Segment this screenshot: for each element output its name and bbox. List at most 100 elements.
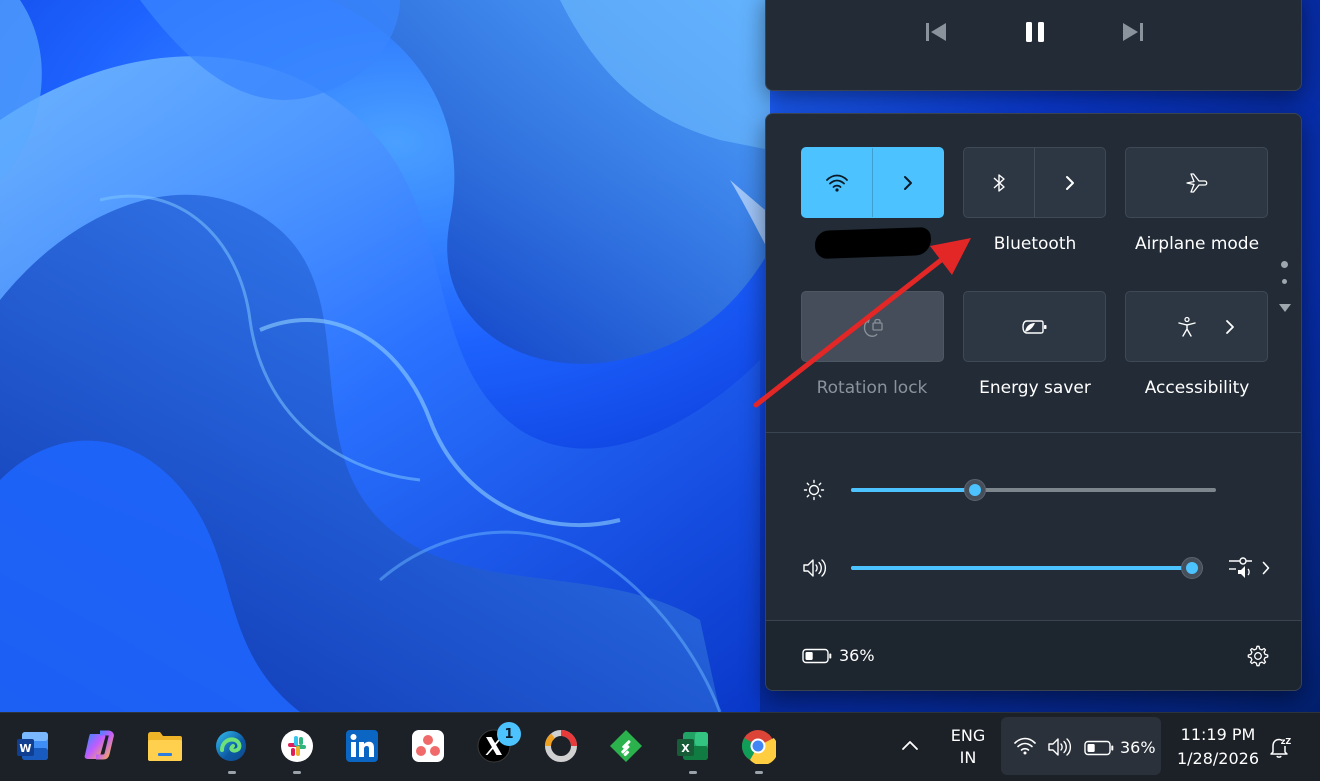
language-region: IN bbox=[959, 748, 977, 767]
airplane-icon bbox=[1185, 172, 1207, 193]
tray-wifi bbox=[1013, 737, 1037, 759]
volume-mixer-button[interactable] bbox=[1228, 556, 1270, 580]
media-controls-flyout bbox=[765, 0, 1302, 91]
bluetooth-expand-button[interactable] bbox=[1035, 148, 1105, 217]
page-indicator-dot[interactable] bbox=[1282, 279, 1287, 284]
svg-text:X: X bbox=[681, 742, 690, 755]
language-code: ENG bbox=[950, 726, 986, 745]
chevron-right-icon bbox=[1065, 175, 1074, 190]
accessibility-expand-button[interactable] bbox=[1225, 292, 1267, 361]
folder-icon bbox=[148, 732, 182, 761]
skip-next-icon bbox=[1123, 23, 1143, 41]
airplane-mode-tile[interactable] bbox=[1125, 147, 1268, 218]
taskbar-app-linkedin[interactable] bbox=[342, 726, 382, 766]
taskbar-app-loop[interactable] bbox=[541, 726, 581, 766]
accessibility-toggle[interactable] bbox=[1126, 292, 1225, 361]
page-indicator-dot[interactable] bbox=[1281, 261, 1288, 268]
loop-icon bbox=[545, 730, 577, 762]
running-indicator bbox=[228, 771, 236, 774]
tray-battery-percentage: 36% bbox=[1120, 738, 1156, 757]
taskbar-app-copilot[interactable] bbox=[78, 726, 118, 766]
running-indicator bbox=[689, 771, 697, 774]
excel-icon: X bbox=[677, 732, 708, 760]
taskbar-app-feedly[interactable] bbox=[606, 726, 646, 766]
chevron-up-icon bbox=[902, 741, 918, 750]
volume-mute-button[interactable] bbox=[802, 557, 828, 583]
battery-percentage: 36% bbox=[839, 646, 875, 665]
linkedin-icon bbox=[346, 730, 378, 762]
taskbar-app-asana[interactable] bbox=[408, 726, 448, 766]
next-track-button[interactable] bbox=[1113, 12, 1153, 52]
energy-saver-tile[interactable] bbox=[963, 291, 1106, 362]
energy-saver-icon bbox=[1021, 319, 1046, 334]
clock-date: 1/28/2026 bbox=[1176, 749, 1260, 768]
word-icon: W bbox=[17, 732, 48, 760]
wifi-toggle[interactable] bbox=[802, 148, 872, 217]
accessibility-tile bbox=[1125, 291, 1268, 362]
slack-icon bbox=[281, 730, 313, 762]
bluetooth-label: Bluetooth bbox=[993, 234, 1077, 254]
rotation-lock-icon bbox=[863, 317, 883, 337]
taskbar-app-file-explorer[interactable] bbox=[145, 726, 185, 766]
battery-icon bbox=[1084, 740, 1114, 755]
copilot-icon bbox=[84, 730, 114, 760]
wifi-icon bbox=[826, 174, 848, 192]
accessibility-label: Accessibility bbox=[1144, 378, 1250, 398]
brightness-indicator bbox=[803, 479, 825, 505]
accessibility-icon bbox=[1177, 316, 1196, 337]
wifi-tile bbox=[801, 147, 944, 218]
volume-slider-thumb[interactable] bbox=[1181, 557, 1204, 579]
gear-icon bbox=[1247, 645, 1269, 667]
settings-button[interactable] bbox=[1246, 644, 1270, 672]
redacted-network-name bbox=[814, 226, 932, 260]
chevron-right-icon bbox=[1226, 319, 1235, 334]
quick-settings-flyout: Bluetooth Airplane mode Rotation lock En… bbox=[765, 113, 1302, 691]
notification-center-button[interactable]: zZ bbox=[1269, 735, 1291, 763]
clock-time: 11:19 PM bbox=[1180, 725, 1256, 744]
battery-icon bbox=[802, 648, 832, 663]
previous-track-button[interactable] bbox=[916, 12, 956, 52]
edge-icon bbox=[216, 731, 246, 761]
bluetooth-tile bbox=[963, 147, 1106, 218]
taskbar-app-word[interactable]: W bbox=[12, 726, 52, 766]
pause-button[interactable] bbox=[1015, 12, 1055, 52]
bluetooth-toggle[interactable] bbox=[964, 148, 1034, 217]
svg-text:zZ: zZ bbox=[1281, 737, 1291, 746]
bluetooth-icon bbox=[993, 173, 1005, 192]
taskbar-app-edge[interactable] bbox=[211, 726, 251, 766]
pause-icon bbox=[1026, 22, 1044, 42]
wifi-expand-button[interactable] bbox=[873, 148, 943, 217]
brightness-slider[interactable] bbox=[851, 479, 1216, 501]
tray-volume bbox=[1047, 736, 1073, 762]
volume-mixer-icon bbox=[1229, 557, 1252, 578]
svg-text:W: W bbox=[19, 742, 31, 755]
taskbar-app-excel[interactable]: X bbox=[672, 726, 712, 766]
input-language-indicator[interactable]: ENG IN bbox=[944, 725, 992, 769]
wifi-icon bbox=[1014, 737, 1036, 755]
skip-previous-icon bbox=[926, 23, 946, 41]
feedly-icon bbox=[610, 730, 642, 762]
speaker-icon bbox=[1048, 738, 1072, 756]
page-down-button[interactable] bbox=[1278, 298, 1292, 317]
clock-button[interactable]: 11:19 PM 1/28/2026 bbox=[1168, 723, 1268, 771]
rotation-lock-label: Rotation lock bbox=[816, 378, 928, 398]
triangle-down-icon bbox=[1279, 304, 1291, 312]
taskbar-app-chrome[interactable] bbox=[738, 726, 778, 766]
volume-slider[interactable] bbox=[851, 557, 1204, 579]
chevron-right-icon bbox=[903, 175, 912, 190]
tray-battery: 36% bbox=[1084, 738, 1156, 757]
volume-slider-fill bbox=[851, 566, 1193, 570]
battery-status-button[interactable]: 36% bbox=[802, 646, 875, 665]
airplane-mode-label: Airplane mode bbox=[1134, 234, 1260, 254]
brightness-icon bbox=[803, 479, 825, 501]
asana-icon bbox=[412, 730, 444, 762]
brightness-slider-thumb[interactable] bbox=[964, 479, 987, 501]
notification-badge: 1 bbox=[497, 722, 521, 746]
show-hidden-icons-button[interactable] bbox=[900, 737, 920, 756]
chrome-icon bbox=[741, 730, 776, 764]
battery-level-fill bbox=[1087, 743, 1095, 752]
taskbar-app-slack[interactable] bbox=[277, 726, 317, 766]
rotation-lock-tile[interactable] bbox=[801, 291, 944, 362]
speaker-icon bbox=[803, 559, 827, 577]
energy-saver-label: Energy saver bbox=[979, 378, 1091, 398]
